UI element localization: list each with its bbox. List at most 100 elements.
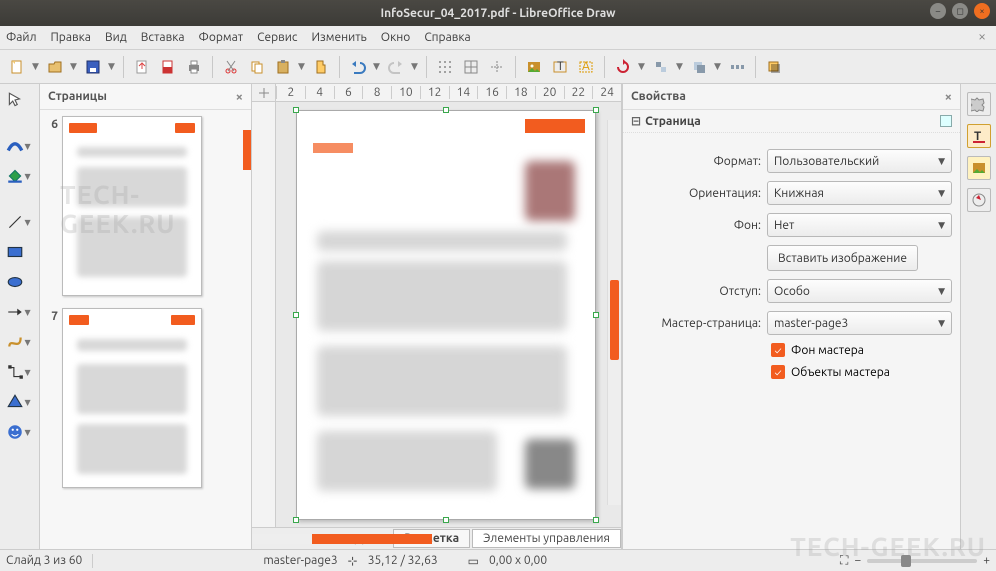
fill-color-icon[interactable]: ▼ [6, 166, 34, 186]
page-thumbnail[interactable] [62, 116, 202, 296]
dropdown-icon[interactable]: ▼ [32, 61, 40, 72]
sidebar-tabs: T [960, 84, 996, 549]
tab-controls[interactable]: Элементы управления [472, 529, 621, 548]
menu-help[interactable]: Справка [424, 31, 470, 44]
svg-text:A: A [582, 60, 590, 73]
styles-tab-icon[interactable]: T [967, 124, 991, 148]
basic-shapes-icon[interactable]: ▼ [6, 392, 34, 412]
pages-panel: Страницы × 6 7 [40, 84, 252, 549]
export-pdf-icon[interactable] [157, 56, 179, 78]
zoom-slider[interactable] [867, 559, 977, 563]
insert-image-button[interactable]: Вставить изображение [767, 245, 918, 271]
ellipse-tool-icon[interactable] [6, 272, 34, 292]
cut-icon[interactable] [220, 56, 242, 78]
snap-guides-icon[interactable] [460, 56, 482, 78]
grid-icon[interactable] [434, 56, 456, 78]
vertical-ruler[interactable] [252, 102, 276, 527]
line-tool-icon[interactable]: ▼ [6, 212, 34, 232]
insert-image-icon[interactable] [523, 56, 545, 78]
shadow-icon[interactable] [763, 56, 785, 78]
fontwork-icon[interactable]: A [575, 56, 597, 78]
status-master: master-page3 [263, 554, 337, 567]
dropdown-icon[interactable]: ▼ [676, 61, 684, 72]
menu-window[interactable]: Окно [381, 31, 411, 44]
menu-file[interactable]: Файл [6, 31, 37, 44]
open-icon[interactable] [44, 56, 66, 78]
properties-tab-icon[interactable] [967, 92, 991, 116]
gallery-tab-icon[interactable] [967, 156, 991, 180]
panel-close-icon[interactable]: × [236, 90, 243, 104]
page-thumbnail[interactable] [62, 308, 202, 488]
dropdown-icon[interactable]: ▼ [714, 61, 722, 72]
status-size: 0,00 x 0,00 [489, 554, 547, 567]
export-icon[interactable] [131, 56, 153, 78]
rotate-icon[interactable] [612, 56, 634, 78]
orientation-select[interactable]: Книжная▼ [767, 181, 952, 205]
menu-view[interactable]: Вид [105, 31, 127, 44]
arrange-icon[interactable] [688, 56, 710, 78]
helplines-icon[interactable] [486, 56, 508, 78]
master-objects-checkbox[interactable]: ✓Объекты мастера [771, 365, 890, 379]
horizontal-scrollbar[interactable] [252, 534, 327, 544]
master-background-checkbox[interactable]: ✓Фон мастера [771, 343, 864, 357]
section-page-title: Страница [645, 115, 701, 128]
dropdown-icon[interactable]: ▼ [70, 61, 78, 72]
dropdown-icon[interactable]: ▼ [411, 61, 419, 72]
undo-icon[interactable] [347, 56, 369, 78]
text-box-icon[interactable]: T [549, 56, 571, 78]
canvas[interactable] [276, 102, 621, 527]
connector-tool-icon[interactable]: ▼ [6, 362, 34, 382]
more-options-icon[interactable] [940, 115, 952, 127]
format-select[interactable]: Пользовательский▼ [767, 149, 952, 173]
pages-scrollbar[interactable] [243, 130, 251, 170]
dropdown-icon[interactable]: ▼ [108, 61, 116, 72]
maximize-button[interactable]: ◻ [952, 3, 968, 19]
main-toolbar: ▼ ▼ ▼ ▼ ▼ ▼ T A ▼ ▼ ▼ [0, 50, 996, 84]
tools-toolbar: ▼ ▼ ▼ ▼ ▼ ▼ ▼ ▼ [0, 84, 40, 549]
redo-icon[interactable] [385, 56, 407, 78]
navigator-tab-icon[interactable] [967, 188, 991, 212]
page[interactable] [296, 110, 596, 520]
align-icon[interactable] [650, 56, 672, 78]
master-page-select[interactable]: master-page3▼ [767, 311, 952, 335]
fit-page-icon[interactable]: ⛶ [840, 554, 848, 568]
vertical-scrollbar[interactable] [607, 120, 621, 505]
menu-insert[interactable]: Вставка [141, 31, 185, 44]
menu-modify[interactable]: Изменить [311, 31, 366, 44]
clone-format-icon[interactable] [310, 56, 332, 78]
menu-format[interactable]: Формат [199, 31, 244, 44]
menu-edit[interactable]: Правка [51, 31, 91, 44]
dropdown-icon[interactable]: ▼ [638, 61, 646, 72]
select-tool-icon[interactable] [6, 90, 34, 110]
chevron-down-icon: ▼ [938, 188, 945, 199]
menu-tools[interactable]: Сервис [257, 31, 297, 44]
close-doc-tab-icon[interactable]: × [978, 28, 986, 44]
panel-close-icon[interactable]: × [945, 90, 952, 104]
properties-panel: Свойства × ⊟ Страница Формат: Пользовате… [622, 84, 960, 549]
arrow-tool-icon[interactable]: ▼ [6, 302, 34, 322]
background-select[interactable]: Нет▼ [767, 213, 952, 237]
horizontal-ruler[interactable]: 24681012141618202224 [276, 84, 621, 102]
zoom-in-icon[interactable]: + [983, 554, 990, 567]
line-color-icon[interactable]: ▼ [6, 136, 34, 156]
close-button[interactable]: × [974, 3, 990, 19]
copy-icon[interactable] [246, 56, 268, 78]
window-title: InfoSecur_04_2017.pdf - LibreOffice Draw [380, 7, 615, 20]
dropdown-icon[interactable]: ▼ [298, 61, 306, 72]
chevron-down-icon: ▼ [938, 156, 945, 167]
save-icon[interactable] [82, 56, 104, 78]
zoom-out-icon[interactable]: − [854, 554, 861, 567]
minimize-button[interactable]: – [930, 3, 946, 19]
print-icon[interactable] [183, 56, 205, 78]
rectangle-tool-icon[interactable] [6, 242, 34, 262]
dropdown-icon[interactable]: ▼ [373, 61, 381, 72]
curve-tool-icon[interactable]: ▼ [6, 332, 34, 352]
margin-label: Отступ: [631, 285, 761, 298]
distribute-icon[interactable] [726, 56, 748, 78]
collapse-icon[interactable]: ⊟ [631, 114, 641, 128]
new-icon[interactable] [6, 56, 28, 78]
margin-select[interactable]: Особо▼ [767, 279, 952, 303]
symbol-shapes-icon[interactable]: ▼ [6, 422, 34, 442]
paste-icon[interactable] [272, 56, 294, 78]
status-bar: Слайд 3 из 60 master-page3 ⊹ 35,12 / 32,… [0, 549, 996, 571]
